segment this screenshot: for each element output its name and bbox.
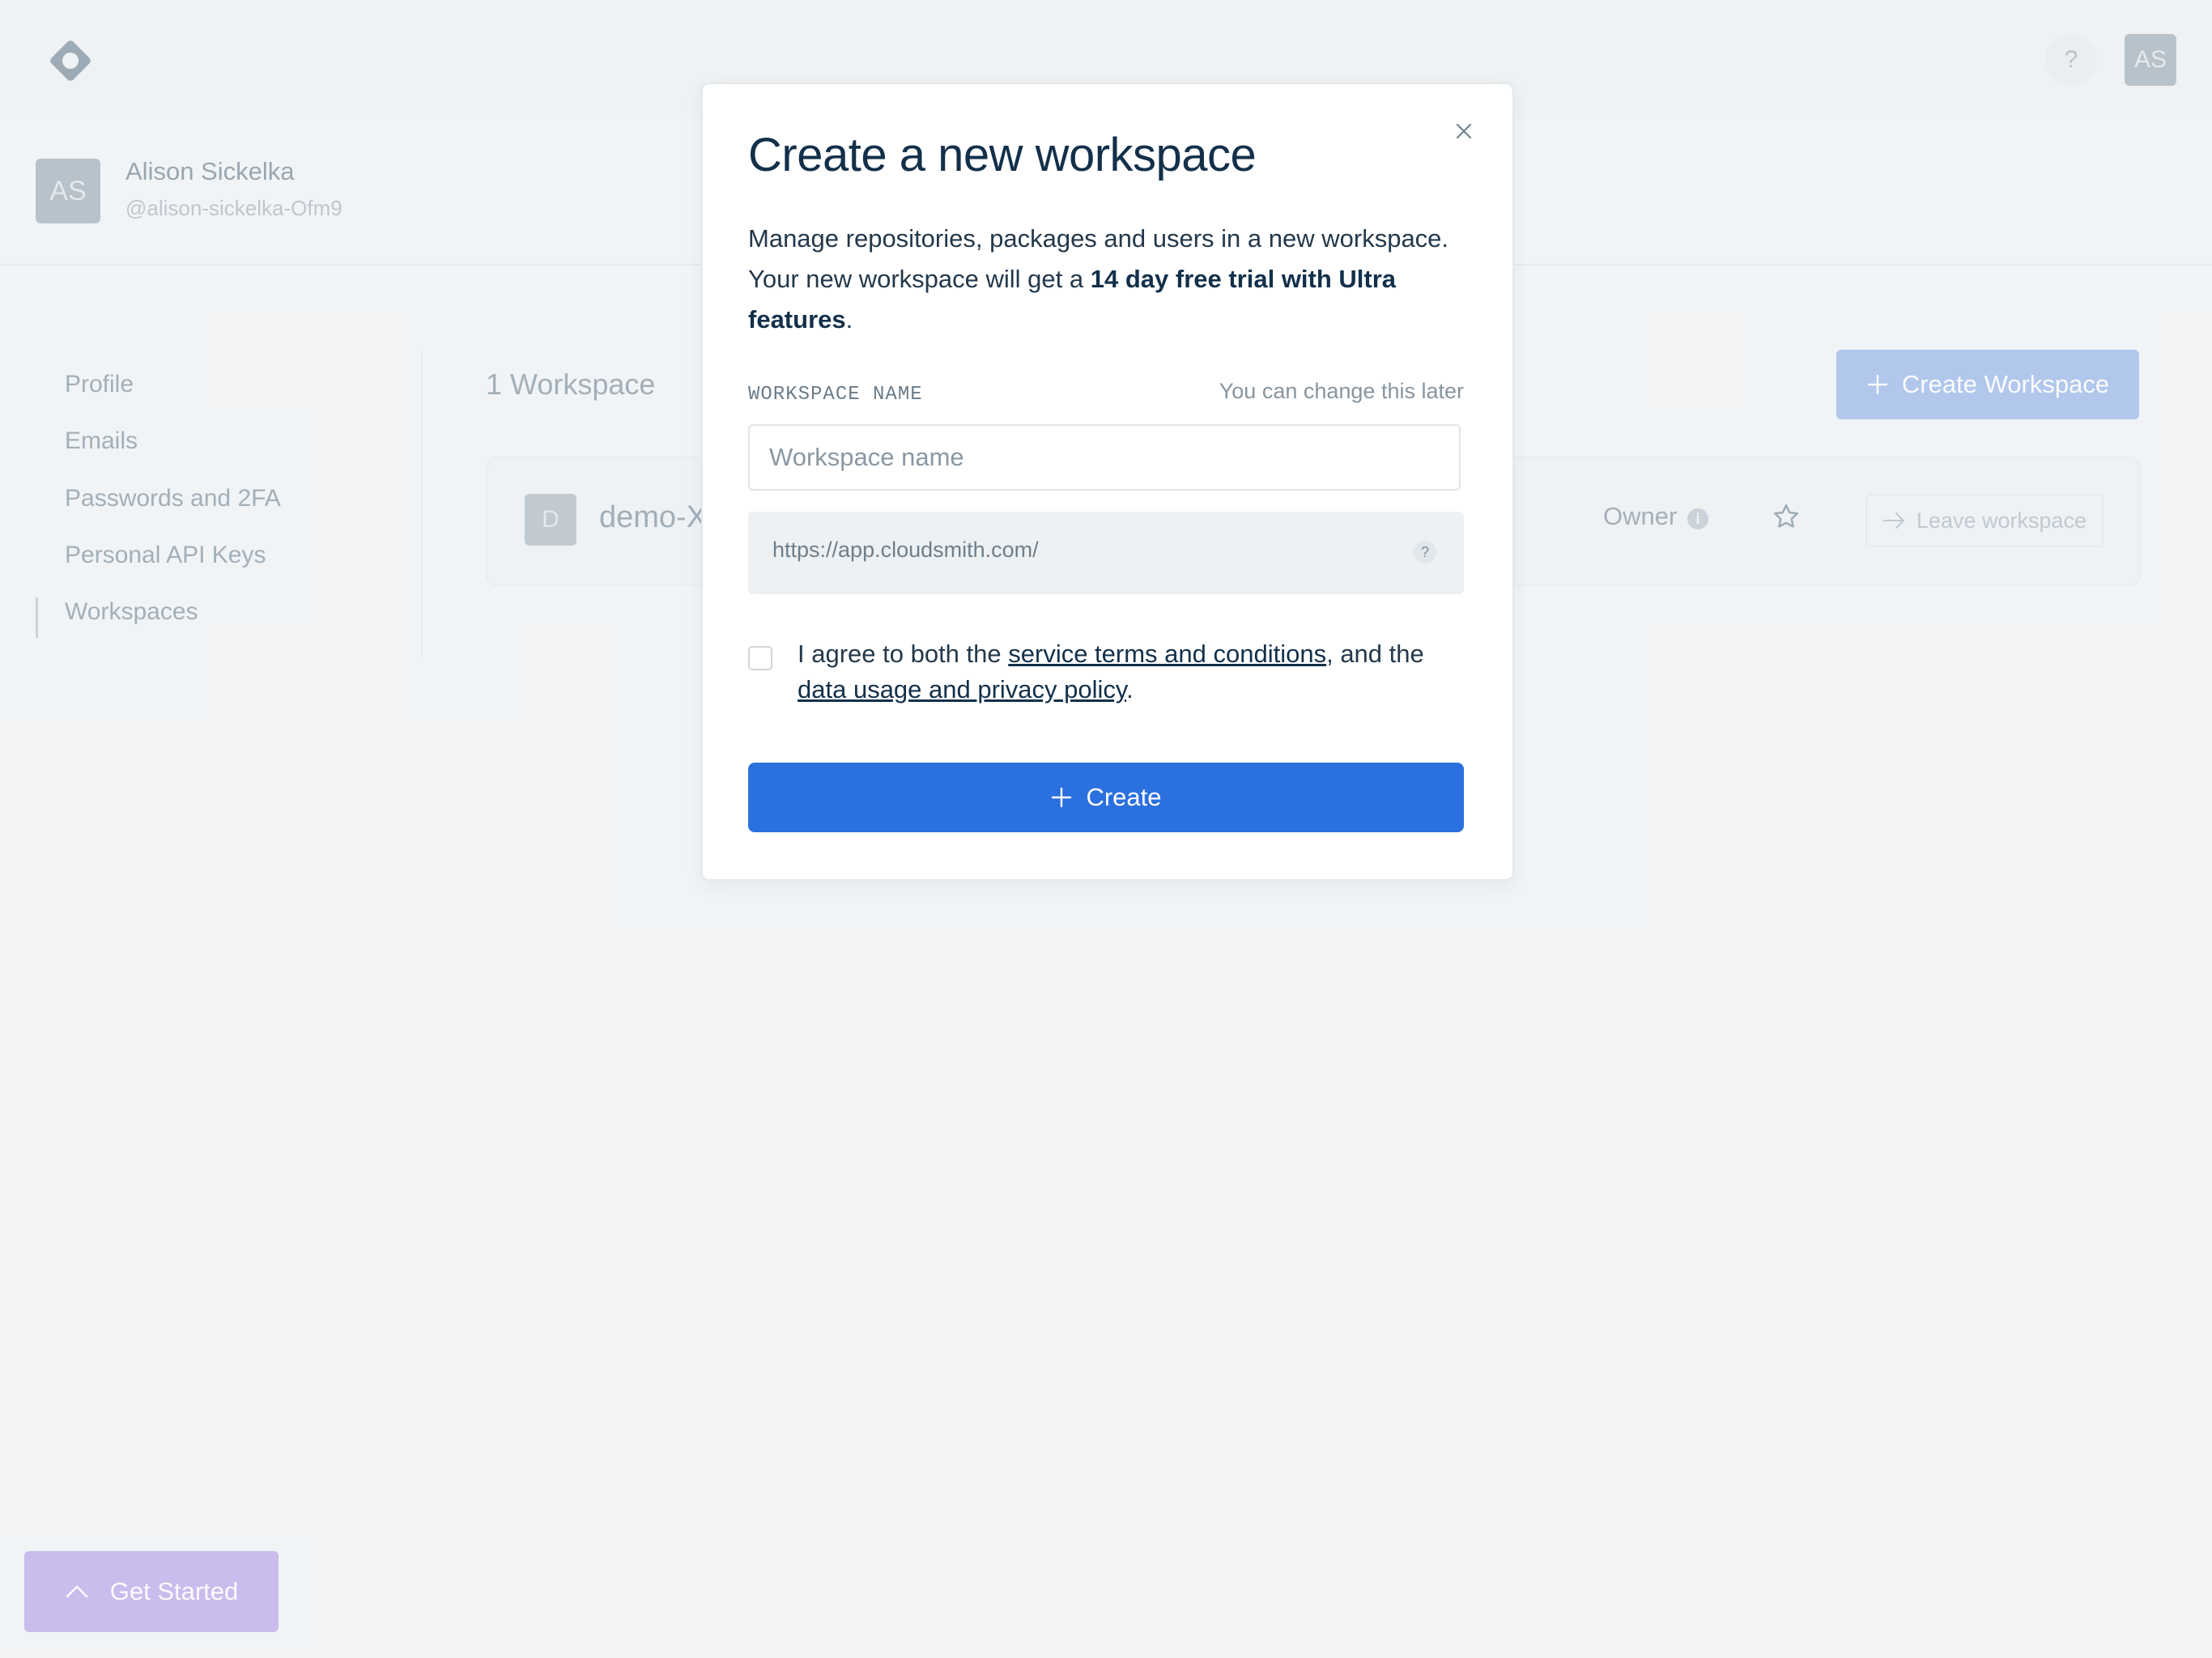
create-button[interactable]: Create bbox=[748, 763, 1464, 832]
create-button-label: Create bbox=[1086, 783, 1162, 811]
url-help-icon[interactable]: ? bbox=[1414, 541, 1436, 563]
modal-title: Create a new workspace bbox=[748, 129, 1257, 181]
workspace-name-hint: You can change this later bbox=[1219, 379, 1464, 403]
agree-text-end: . bbox=[1126, 675, 1134, 704]
modal-description-line1: Manage repositories, packages and users … bbox=[748, 224, 1449, 253]
agree-text-middle: , and the bbox=[1326, 640, 1424, 668]
agree-text-start: I agree to both the bbox=[798, 640, 1009, 668]
close-icon[interactable] bbox=[1451, 118, 1477, 144]
agree-terms-text: I agree to both the service terms and co… bbox=[798, 636, 1470, 708]
modal-description: Manage repositories, packages and users … bbox=[748, 219, 1461, 340]
privacy-policy-link[interactable]: data usage and privacy policy bbox=[798, 675, 1126, 704]
workspace-name-input[interactable] bbox=[748, 424, 1461, 491]
modal-description-line2: Your new workspace will get a bbox=[748, 265, 1091, 293]
plus-icon bbox=[1052, 787, 1072, 808]
service-terms-link[interactable]: service terms and conditions bbox=[1008, 640, 1326, 668]
modal-description-end: . bbox=[845, 305, 853, 334]
workspace-url-prefix: https://app.cloudsmith.com/ bbox=[772, 538, 1039, 562]
workspace-name-label: WORKSPACE NAME bbox=[748, 384, 923, 406]
agree-terms-checkbox[interactable] bbox=[748, 646, 772, 670]
